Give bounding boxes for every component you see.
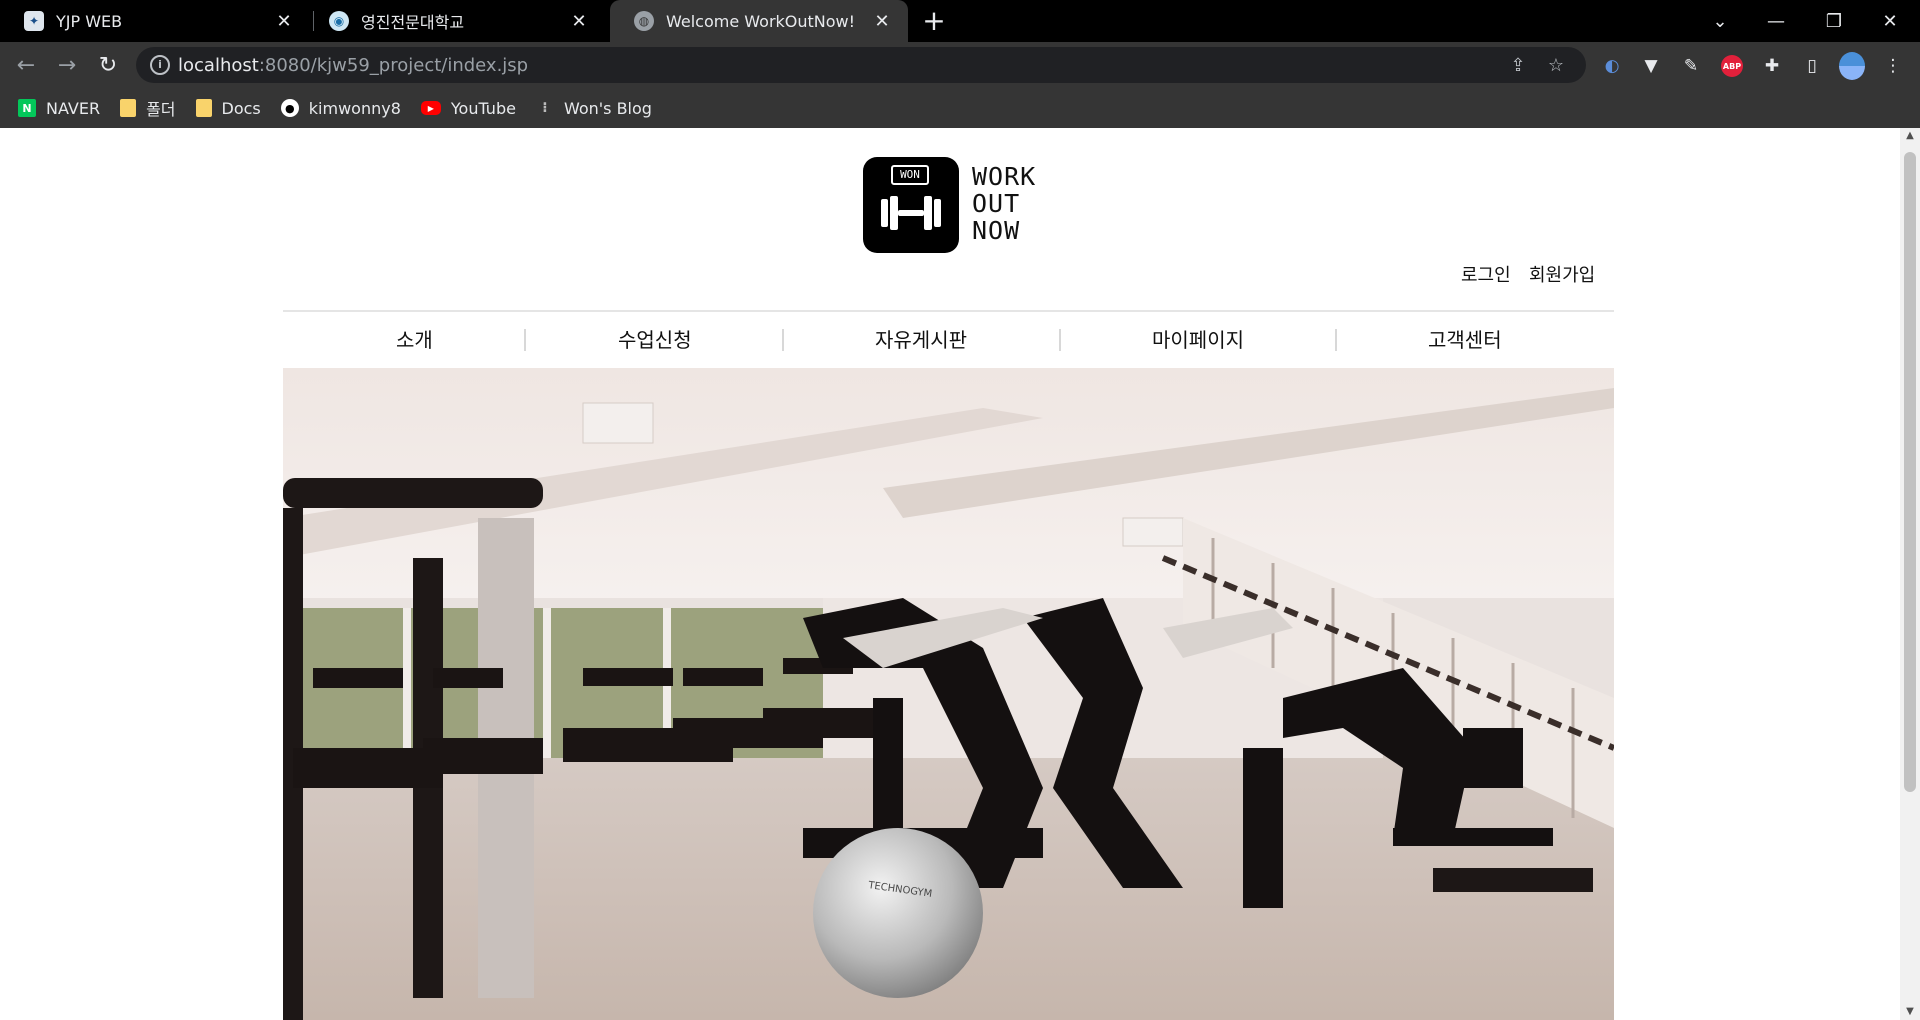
back-icon[interactable]: ←: [12, 51, 40, 79]
blog-icon: ⁝: [542, 100, 548, 116]
scroll-up-icon[interactable]: ▲: [1900, 128, 1920, 144]
bookmark-label: NAVER: [46, 98, 101, 118]
forward-icon[interactable]: →: [53, 51, 81, 79]
scrollbar-thumb[interactable]: [1904, 152, 1916, 792]
url-text[interactable]: localhost:8080/kjw59_project/index.jsp: [178, 55, 528, 76]
side-panel-icon[interactable]: ▯: [1799, 53, 1825, 79]
logo-word-out: OUT: [972, 189, 1021, 218]
abp-label: ABP: [1721, 55, 1743, 77]
nav-item-mypage[interactable]: 마이페이지: [1152, 324, 1244, 353]
bookmark-label: Won's Blog: [563, 98, 652, 118]
tab-strip: ✦ YJP WEB ✕ ◉ 영진전문대학교 ✕ ◍ Welcome WorkOu…: [0, 0, 1920, 42]
tab-title: Welcome WorkOutNow!: [666, 11, 856, 31]
pen-extension-icon[interactable]: ✎: [1678, 53, 1704, 79]
page-scrollbar[interactable]: ▲ ▼: [1900, 128, 1920, 1020]
logo-word-now: NOW: [972, 216, 1021, 245]
reload-icon[interactable]: ↻: [94, 51, 122, 79]
gym-photo: TECHNOGYM: [283, 368, 1614, 1020]
github-icon: ●: [280, 99, 299, 117]
login-link[interactable]: 로그인: [1461, 261, 1511, 287]
bookmark-label: Docs: [221, 98, 261, 118]
tab-yjp-web[interactable]: ✦ YJP WEB ✕: [0, 0, 310, 42]
close-icon[interactable]: ✕: [272, 9, 296, 33]
bookmark-label: YouTube: [450, 98, 516, 118]
bookmark-github[interactable]: ● kimwonny8: [280, 98, 401, 118]
nav-item-intro[interactable]: 소개: [396, 324, 433, 353]
naver-icon: N: [18, 99, 36, 117]
folder-icon: [120, 99, 137, 117]
site-logo[interactable]: WON: [863, 157, 959, 253]
nav-divider: [524, 329, 526, 351]
browser-toolbar: ← → ↻ i localhost:8080/kjw59_project/ind…: [0, 42, 1920, 88]
bookmark-youtube[interactable]: ▶ YouTube: [420, 98, 516, 118]
yjp-icon: ✦: [24, 11, 44, 31]
close-window-icon[interactable]: ✕: [1862, 0, 1918, 42]
extensions-puzzle-icon[interactable]: ✚: [1759, 53, 1785, 79]
nav-item-class-register[interactable]: 수업신청: [618, 324, 692, 353]
page-viewport: WON WORK OUT NOW 로그인 회원가입 소개 수업신청 자유게시판 …: [0, 128, 1900, 1020]
profile-avatar[interactable]: [1839, 52, 1865, 80]
nav-divider: [1335, 329, 1337, 351]
nav-item-free-board[interactable]: 자유게시판: [875, 324, 967, 353]
logo-badge: WON: [891, 165, 929, 185]
address-bar[interactable]: i localhost:8080/kjw59_project/index.jsp…: [136, 47, 1586, 83]
bookmark-won-blog[interactable]: ⁝ Won's Blog: [536, 99, 652, 118]
logo-word-work: WORK: [972, 162, 1037, 191]
tab-yeungjin[interactable]: ◉ 영진전문대학교 ✕: [305, 0, 605, 42]
bookmarks-bar: N NAVER 폴더 Docs ● kimwonny8 ▶ YouTube ⁝ …: [0, 88, 1920, 128]
nav-divider: [782, 329, 784, 351]
bookmark-folder-1[interactable]: 폴더: [120, 96, 176, 120]
site-info-icon[interactable]: i: [150, 55, 170, 75]
bookmark-label: 폴더: [146, 100, 176, 119]
logo-wordmark: WORK OUT NOW: [972, 163, 1052, 244]
adblock-plus-icon[interactable]: ABP: [1719, 53, 1745, 79]
tab-search-icon[interactable]: ⌄: [1692, 0, 1748, 42]
tab-title: YJP WEB: [56, 11, 123, 31]
tab-title: 영진전문대학교: [361, 13, 465, 32]
restore-icon[interactable]: ❐: [1806, 0, 1862, 42]
url-host: localhost: [178, 55, 259, 76]
youtube-icon: ▶: [420, 101, 441, 115]
bookmark-docs[interactable]: Docs: [195, 98, 261, 118]
scroll-down-icon[interactable]: ▼: [1900, 1004, 1920, 1020]
nav-divider: [1059, 329, 1061, 351]
read-aloud-icon[interactable]: ◐: [1599, 53, 1625, 79]
hero-gym-image: TECHNOGYM: [283, 368, 1614, 1020]
url-path: :8080/kjw59_project/index.jsp: [258, 55, 529, 76]
tab-workoutnow[interactable]: ◍ Welcome WorkOutNow! ✕: [610, 0, 908, 42]
avatar: [1839, 52, 1865, 80]
folder-icon: [195, 99, 212, 117]
nav-top-border: [283, 310, 1614, 312]
minimize-icon[interactable]: —: [1748, 0, 1804, 42]
menu-kebab-icon[interactable]: ⋮: [1880, 53, 1906, 79]
vimium-icon[interactable]: ▼: [1638, 53, 1664, 79]
new-tab-button[interactable]: +: [920, 7, 948, 35]
signup-link[interactable]: 회원가입: [1529, 261, 1595, 287]
bookmark-star-icon[interactable]: ☆: [1544, 54, 1568, 78]
yeungjin-icon: ◉: [329, 11, 349, 31]
globe-icon: ◍: [634, 11, 654, 31]
close-icon[interactable]: ✕: [870, 9, 894, 33]
nav-item-customer-center[interactable]: 고객센터: [1428, 324, 1502, 353]
close-icon[interactable]: ✕: [567, 9, 591, 33]
bookmark-label: kimwonny8: [308, 98, 401, 118]
share-icon[interactable]: ⇪: [1506, 54, 1530, 78]
bookmark-naver[interactable]: N NAVER: [18, 99, 100, 118]
